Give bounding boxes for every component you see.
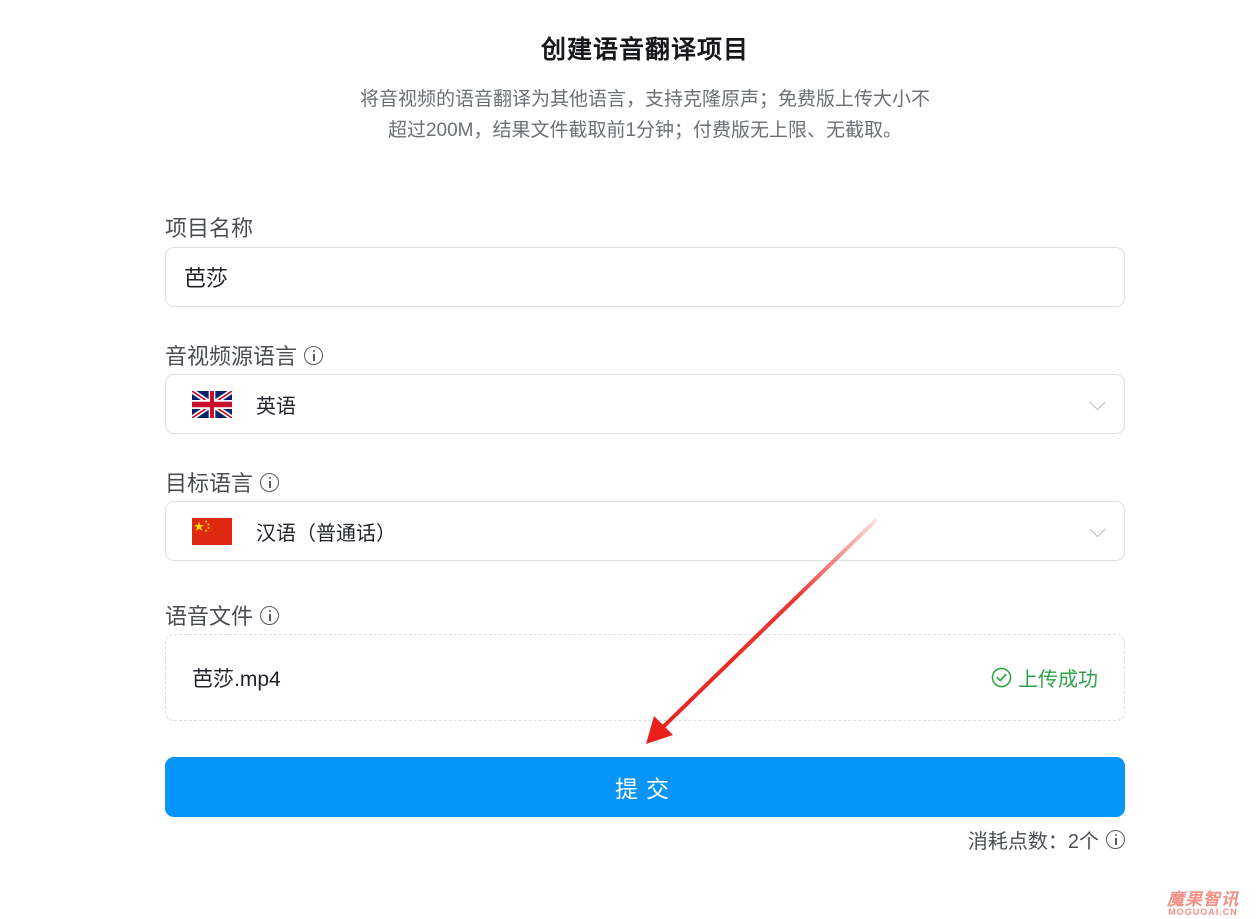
description-line-1: 将音视频的语音翻译为其他语言，支持克隆原声；免费版上传大小不: [359, 89, 930, 110]
target-language-value: 汉语（普通话）: [256, 522, 396, 545]
watermark-cn: 魔果智讯: [1167, 890, 1239, 909]
china-flag-icon: [192, 517, 232, 545]
source-language-label: 音视频源语言: [165, 339, 324, 371]
info-icon[interactable]: [260, 472, 280, 492]
source-language-select[interactable]: 英语: [165, 374, 1125, 434]
chevron-down-icon: [1089, 521, 1106, 538]
target-language-label: 目标语言: [165, 466, 280, 498]
cost-info: 消耗点数：2个: [968, 825, 1125, 854]
file-upload-area[interactable]: 芭莎.mp4 上传成功: [165, 634, 1125, 721]
info-icon[interactable]: [304, 345, 324, 365]
audio-file-label-text: 语音文件: [165, 604, 254, 629]
submit-button[interactable]: 提交: [165, 757, 1125, 817]
cost-text: 消耗点数：2个: [967, 831, 1099, 853]
uploaded-file-name: 芭莎.mp4: [192, 667, 281, 691]
info-icon[interactable]: [260, 605, 280, 625]
page-description: 将音视频的语音翻译为其他语言，支持克隆原声；免费版上传大小不 超过200M，结果…: [325, 84, 965, 146]
project-name-field[interactable]: [165, 247, 1125, 307]
source-language-value: 英语: [256, 395, 296, 418]
target-language-label-text: 目标语言: [165, 471, 254, 496]
description-line-2: 超过200M，结果文件截取前1分钟；付费版无上限、无截取。: [387, 120, 903, 141]
audio-file-label: 语音文件: [165, 599, 280, 631]
chevron-down-icon: [1089, 394, 1106, 411]
project-name-input[interactable]: [166, 248, 1124, 306]
project-name-label-text: 项目名称: [165, 216, 254, 241]
upload-status: 上传成功: [991, 663, 1098, 692]
info-icon[interactable]: [1106, 830, 1125, 849]
check-circle-icon: [991, 667, 1012, 688]
watermark-en: MOGUOAI.CN: [1168, 907, 1238, 917]
uk-flag-icon: [192, 390, 232, 418]
project-name-label: 项目名称: [165, 211, 253, 243]
watermark-logo: 魔果智讯 MOGUOAI.CN: [1167, 891, 1239, 917]
target-language-select[interactable]: 汉语（普通话）: [165, 501, 1125, 561]
source-language-label-text: 音视频源语言: [165, 344, 298, 369]
page-title: 创建语音翻译项目: [540, 36, 749, 64]
upload-status-text: 上传成功: [1018, 669, 1098, 691]
